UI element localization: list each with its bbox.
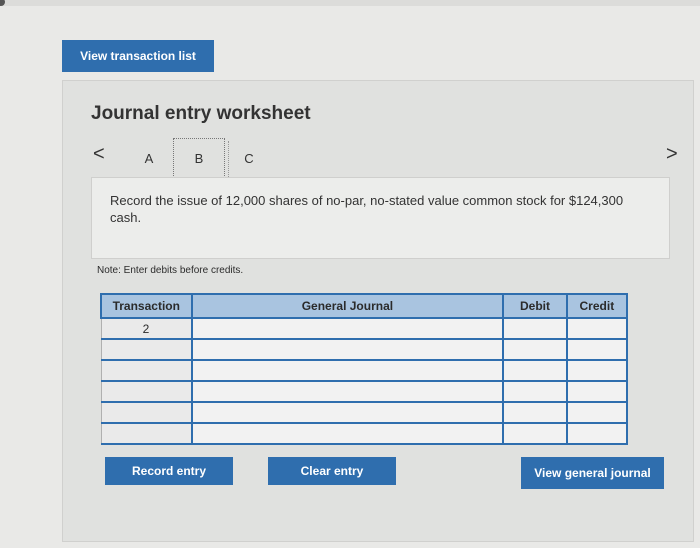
view-general-journal-button[interactable]: View general journal	[521, 457, 664, 489]
tab-a[interactable]: A	[131, 139, 167, 179]
transaction-cell	[100, 380, 193, 403]
chevron-right-icon[interactable]: >	[666, 144, 678, 164]
question-text: Record the issue of 12,000 shares of no-…	[91, 177, 670, 259]
debit-input[interactable]	[502, 359, 568, 382]
transaction-cell	[100, 422, 193, 445]
journal-worksheet-panel: Journal entry worksheet < A B C > Record…	[62, 80, 694, 542]
question-label: Record the issue of 12,000 shares of no-…	[110, 193, 624, 225]
credit-input[interactable]	[565, 380, 629, 403]
note-text: Note: Enter debits before credits.	[97, 265, 244, 276]
general-journal-input[interactable]	[190, 422, 505, 445]
view-transaction-list-button[interactable]: View transaction list	[62, 40, 214, 72]
tab-b[interactable]: B	[173, 138, 225, 180]
general-journal-input[interactable]	[190, 380, 505, 403]
table-row	[100, 401, 629, 424]
general-journal-input[interactable]	[190, 359, 505, 382]
table-row	[100, 422, 629, 445]
debit-input[interactable]	[502, 317, 568, 340]
clear-entry-button[interactable]: Clear entry	[268, 457, 396, 485]
journal-header-row: Transaction General Journal Debit Credit	[100, 293, 629, 319]
credit-input[interactable]	[565, 338, 629, 361]
table-row: 2	[100, 317, 629, 340]
credit-input[interactable]	[565, 359, 629, 382]
table-row	[100, 359, 629, 382]
transaction-cell	[100, 359, 193, 382]
credit-input[interactable]	[565, 401, 629, 424]
credit-input[interactable]	[565, 317, 629, 340]
debit-input[interactable]	[502, 422, 568, 445]
table-row	[100, 380, 629, 403]
debit-input[interactable]	[502, 338, 568, 361]
dot-icon	[0, 0, 5, 6]
transaction-cell	[100, 338, 193, 361]
chevron-left-icon[interactable]: <	[93, 144, 105, 164]
header-general-journal: General Journal	[190, 293, 505, 319]
journal-table: Transaction General Journal Debit Credit…	[100, 293, 629, 445]
header-debit: Debit	[502, 293, 568, 319]
credit-input[interactable]	[565, 422, 629, 445]
record-entry-button[interactable]: Record entry	[105, 457, 233, 485]
tab-c[interactable]: C	[231, 139, 267, 179]
general-journal-input[interactable]	[190, 317, 505, 340]
general-journal-input[interactable]	[190, 401, 505, 424]
transaction-cell	[100, 401, 193, 424]
worksheet-title: Journal entry worksheet	[91, 103, 311, 124]
top-strip	[0, 0, 700, 6]
tab-divider	[228, 141, 229, 177]
transaction-cell: 2	[100, 317, 193, 340]
debit-input[interactable]	[502, 380, 568, 403]
header-transaction: Transaction	[100, 293, 193, 319]
header-credit: Credit	[565, 293, 629, 319]
general-journal-input[interactable]	[190, 338, 505, 361]
table-row	[100, 338, 629, 361]
debit-input[interactable]	[502, 401, 568, 424]
